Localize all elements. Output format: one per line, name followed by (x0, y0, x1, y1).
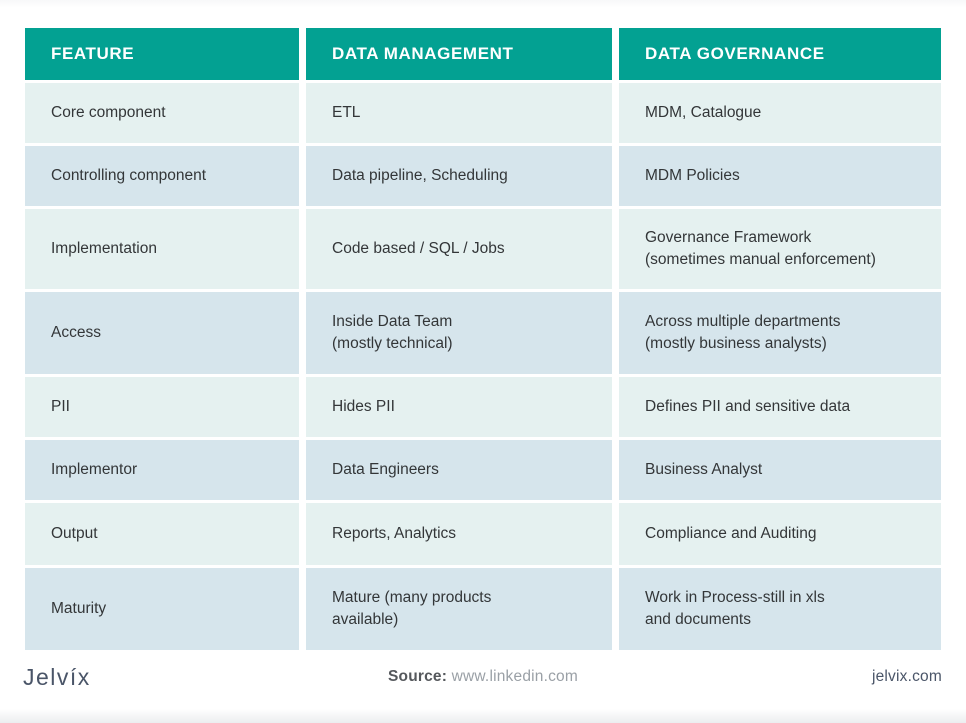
table-row: Output Reports, Analytics Compliance and A… (25, 503, 941, 565)
cell-data-governance-text: Business Analyst (645, 460, 763, 478)
cell-data-governance-text: Compliance and Auditing (645, 524, 817, 542)
cell-feature: Output (25, 503, 299, 565)
bottom-edge-gradient (0, 709, 966, 723)
cell-data-governance: MDM, Catalogue (619, 83, 941, 143)
site-url: jelvix.com (871, 668, 942, 685)
source-url: www.linkedin.com (451, 668, 578, 685)
cell-feature-text: Output (51, 524, 98, 542)
cell-data-management: Hides PII (306, 377, 612, 437)
cell-feature-text: Implementation (51, 239, 157, 257)
cell-feature: Access (25, 292, 299, 374)
cell-feature-text: Maturity (51, 599, 107, 617)
cell-data-governance: Business Analyst (619, 440, 941, 500)
cell-data-management: Inside Data Team (mostly technical) (306, 292, 612, 374)
table-header-row: FEATURE DATA MANAGEMENT DATA GOVERNANCE (25, 28, 941, 80)
cell-feature: Core component (25, 83, 299, 143)
cell-data-management-text: Inside Data Team (mostly technical) (332, 312, 453, 352)
cell-data-governance-text: MDM, Catalogue (645, 103, 762, 121)
cell-data-governance-text: Across multiple departments (mostly busi… (645, 312, 841, 352)
cell-data-governance: Governance Framework (sometimes manual e… (619, 209, 941, 289)
cell-data-management: ETL (306, 83, 612, 143)
cell-data-management: Data Engineers (306, 440, 612, 500)
cell-data-governance: Across multiple departments (mostly busi… (619, 292, 941, 374)
table-row: Implementor Data Engineers Business Analys… (25, 440, 941, 500)
cell-data-governance-text: Work in Process-still in xls and documen… (645, 588, 825, 628)
cell-feature: PII (25, 377, 299, 437)
cell-feature-text: PII (51, 397, 70, 415)
cell-data-governance: MDM Policies (619, 146, 941, 206)
column-header-data-governance: DATA GOVERNANCE (619, 28, 941, 80)
cell-data-management-text: ETL (332, 103, 361, 121)
cell-data-governance: Compliance and Auditing (619, 503, 941, 565)
cell-feature-text: Controlling component (51, 166, 207, 184)
column-header-feature: FEATURE (25, 28, 299, 80)
cell-data-management-text: Reports, Analytics (332, 524, 457, 542)
cell-data-management: Data pipeline, Scheduling (306, 146, 612, 206)
source-label: Source: (387, 668, 448, 685)
cell-data-governance-text: MDM Policies (645, 166, 740, 184)
cell-data-management-text: Hides PII (332, 397, 395, 415)
table-row: Maturity Mature (many products available)… (25, 568, 941, 650)
table-row: Implementation Code based / SQL / Jobs Gov… (25, 209, 941, 289)
column-header-data-governance-label: DATA GOVERNANCE (645, 44, 825, 63)
cell-data-management: Code based / SQL / Jobs (306, 209, 612, 289)
cell-data-management-text: Mature (many products available) (332, 588, 492, 628)
top-edge-gradient (0, 0, 966, 8)
page-root: FEATURE DATA MANAGEMENT DATA GOVERNANCE … (0, 0, 966, 723)
cell-feature-text: Implementor (51, 460, 138, 478)
table-row: Access Inside Data Team (mostly technical… (25, 292, 941, 374)
source-credit: Source: www.linkedin.com (0, 668, 966, 686)
table-row: Controlling component Data pipeline, Sche… (25, 146, 941, 206)
cell-feature-text: Core component (51, 103, 166, 121)
cell-data-governance: Defines PII and sensitive data (619, 377, 941, 437)
column-header-data-management: DATA MANAGEMENT (306, 28, 612, 80)
cell-feature-text: Access (51, 323, 101, 341)
cell-data-governance-text: Defines PII and sensitive data (645, 397, 851, 415)
table-row: PII Hides PII Defines PII and sensitive da… (25, 377, 941, 437)
cell-data-management: Reports, Analytics (306, 503, 612, 565)
cell-data-governance: Work in Process-still in xls and documen… (619, 568, 941, 650)
cell-data-management: Mature (many products available) (306, 568, 612, 650)
table-row: Core component ETL MDM, Catalogue (25, 83, 941, 143)
cell-feature: Implementation (25, 209, 299, 289)
cell-data-management-text: Code based / SQL / Jobs (332, 239, 505, 257)
footer: Jelvíx Source: www.linkedin.com jelvix.c… (0, 656, 966, 706)
cell-feature: Implementor (25, 440, 299, 500)
comparison-table: FEATURE DATA MANAGEMENT DATA GOVERNANCE … (25, 28, 941, 653)
column-header-data-management-label: DATA MANAGEMENT (332, 44, 514, 63)
cell-data-management-text: Data pipeline, Scheduling (332, 166, 508, 184)
column-header-feature-label: FEATURE (51, 44, 135, 63)
cell-feature: Controlling component (25, 146, 299, 206)
table-body: Core component ETL MDM, Catalogue Controlli… (25, 83, 941, 650)
cell-feature: Maturity (25, 568, 299, 650)
cell-data-management-text: Data Engineers (332, 460, 439, 478)
cell-data-governance-text: Governance Framework (sometimes manual e… (645, 228, 876, 268)
